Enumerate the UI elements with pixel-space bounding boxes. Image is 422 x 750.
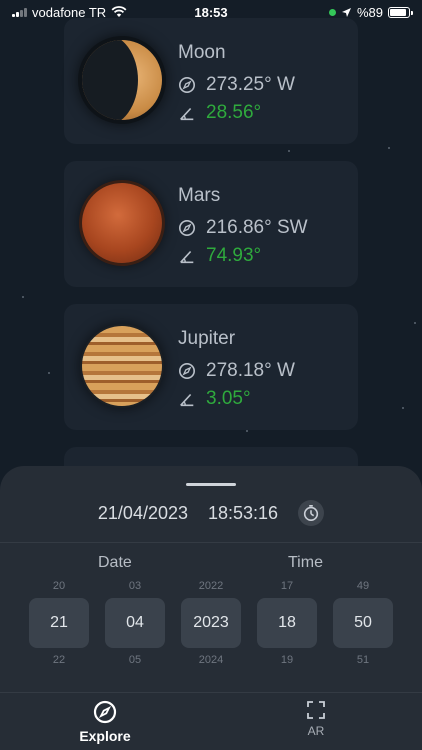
picker-next: 22: [52, 654, 66, 666]
signal-icon: [12, 7, 27, 17]
altitude-value: 74.93°: [206, 245, 262, 266]
picker-next: 19: [280, 654, 294, 666]
star: [402, 407, 404, 409]
picker-next: 05: [128, 654, 142, 666]
altitude-row: 28.56°: [178, 102, 261, 124]
location-arrow-icon: [341, 7, 351, 17]
star: [388, 147, 390, 149]
date-time-sheet: 21/04/2023 18:53:16 Date Time 20 21 22 0…: [0, 466, 422, 750]
selected-date: 21/04/2023: [97, 502, 188, 523]
tab-ar[interactable]: AR: [276, 700, 356, 738]
picker-selected: 21: [29, 598, 89, 648]
direction-value: 273.25° W: [206, 74, 295, 95]
timer-reset-button[interactable]: [298, 500, 325, 526]
status-bar: vodafone TR 18:53 %89: [0, 0, 422, 24]
tab-label: Explore: [79, 728, 131, 744]
jupiter-icon: [82, 326, 162, 406]
picker-selected: 04: [105, 598, 165, 648]
picker-prev: 17: [280, 580, 294, 592]
mars-icon: [82, 183, 162, 263]
minute-picker[interactable]: 49 50 51: [333, 578, 393, 668]
altitude-value: 3.05°: [206, 388, 251, 409]
date-header: Date: [98, 554, 132, 571]
direction-value: 216.86° SW: [206, 217, 308, 238]
planet-name: Jupiter: [178, 328, 236, 349]
picker-prev: 2022: [198, 580, 224, 592]
tab-bar-divider: [0, 692, 422, 693]
altitude-row: 3.05°: [178, 388, 251, 410]
wifi-icon: [111, 6, 127, 17]
year-picker[interactable]: 2022 2023 2024: [181, 578, 241, 668]
picker-next: 51: [356, 654, 370, 666]
angle-icon: [180, 107, 194, 121]
star: [22, 296, 24, 298]
tab-explore[interactable]: Explore: [65, 700, 145, 744]
picker-prev: 03: [128, 580, 142, 592]
star: [414, 322, 416, 324]
day-picker[interactable]: 20 21 22: [29, 578, 89, 668]
picker-selected: 50: [333, 598, 393, 648]
picker-selected: 18: [257, 598, 317, 648]
compass-icon: [178, 362, 196, 380]
planet-name: Moon: [178, 42, 226, 63]
picker-prev: 20: [52, 580, 66, 592]
hour-picker[interactable]: 17 18 19: [257, 578, 317, 668]
angle-icon: [180, 393, 194, 407]
star: [246, 430, 248, 432]
divider: [0, 542, 422, 543]
picker-next: 2024: [198, 654, 224, 666]
compass-icon: [178, 219, 196, 237]
planet-card-moon[interactable]: Moon 273.25° W 28.56°: [64, 18, 358, 144]
timer-icon: [303, 504, 319, 522]
direction-row: 273.25° W: [178, 74, 295, 96]
compass-icon: [178, 76, 196, 94]
battery-percent: %89: [356, 4, 383, 20]
planet-card-mars[interactable]: Mars 216.86° SW 74.93°: [64, 161, 358, 287]
direction-value: 278.18° W: [206, 360, 295, 381]
ar-scan-icon: [307, 701, 325, 719]
carrier-label: vodafone TR: [32, 4, 107, 20]
tab-label: AR: [307, 724, 325, 738]
altitude-row: 74.93°: [178, 245, 261, 267]
moon-icon: [82, 40, 162, 120]
month-picker[interactable]: 03 04 05: [105, 578, 165, 668]
time-header: Time: [288, 554, 323, 571]
selected-datetime: 21/04/2023 18:53:16: [0, 500, 422, 526]
picker-prev: 49: [356, 580, 370, 592]
star: [288, 150, 290, 152]
direction-row: 216.86° SW: [178, 217, 308, 239]
direction-row: 278.18° W: [178, 360, 295, 382]
picker-selected: 2023: [181, 598, 241, 648]
recording-indicator-icon: [328, 8, 336, 16]
angle-icon: [180, 250, 194, 264]
sheet-grabber[interactable]: [186, 483, 236, 486]
altitude-value: 28.56°: [206, 102, 262, 123]
battery-icon: [388, 6, 413, 18]
planet-name: Mars: [178, 185, 221, 206]
selected-time: 18:53:16: [208, 502, 279, 523]
planet-card-jupiter[interactable]: Jupiter 278.18° W 3.05°: [64, 304, 358, 430]
star: [48, 372, 50, 374]
compass-icon: [93, 700, 117, 724]
